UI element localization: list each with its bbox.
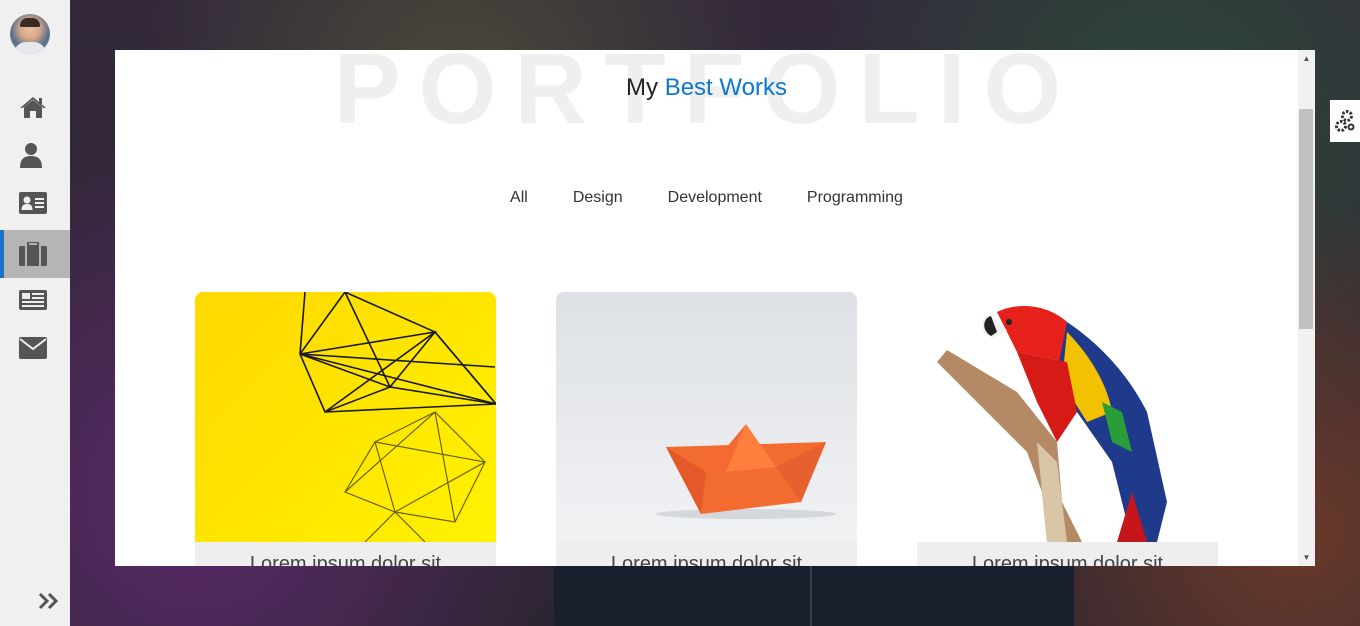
gears-icon <box>1335 110 1355 132</box>
scrollbar-thumb[interactable] <box>1299 109 1313 329</box>
nav-home[interactable] <box>0 83 70 131</box>
briefcase-icon <box>19 242 47 266</box>
title-prefix: My <box>626 74 659 101</box>
sidebar <box>0 0 70 626</box>
nav-resume[interactable] <box>0 179 70 227</box>
nav-portfolio[interactable] <box>0 230 70 278</box>
card-caption: Lorem ipsum dolor sit <box>195 542 496 566</box>
scroll-up-arrow-icon[interactable]: ▲ <box>1298 50 1315 67</box>
nav-about[interactable] <box>0 131 70 179</box>
avatar[interactable] <box>10 14 50 54</box>
card-image-macaw-parrot <box>917 292 1218 542</box>
double-chevron-right-icon <box>38 592 59 610</box>
portfolio-modal: PORTFOLIO My Best Works All Design Devel… <box>115 50 1315 566</box>
nav-contact[interactable] <box>0 324 70 372</box>
portfolio-card[interactable]: Lorem ipsum dolor sit <box>195 292 496 566</box>
portfolio-card[interactable]: Lorem ipsum dolor sit <box>556 292 857 566</box>
title-accent: Best Works <box>664 74 787 101</box>
card-caption: Lorem ipsum dolor sit <box>917 542 1218 566</box>
envelope-icon <box>19 337 47 359</box>
sidebar-expand-button[interactable] <box>38 592 60 615</box>
card-image-wire-geometry <box>195 292 496 542</box>
home-icon <box>20 97 46 118</box>
user-icon <box>20 143 42 168</box>
scroll-down-arrow-icon[interactable]: ▼ <box>1298 549 1315 566</box>
background-person-jacket <box>554 560 1074 626</box>
filter-programming[interactable]: Programming <box>807 189 903 207</box>
settings-toggle-button[interactable] <box>1330 100 1360 142</box>
nav-blog[interactable] <box>0 276 70 324</box>
card-image-paper-boat <box>556 292 857 542</box>
filter-development[interactable]: Development <box>668 189 762 207</box>
card-caption: Lorem ipsum dolor sit <box>556 542 857 566</box>
background-zipper <box>810 560 812 626</box>
filter-design[interactable]: Design <box>573 189 623 207</box>
portfolio-filters: All Design Development Programming <box>115 189 1298 207</box>
modal-scrollbar[interactable]: ▲ ▼ <box>1298 50 1315 566</box>
filter-all[interactable]: All <box>510 189 528 207</box>
portfolio-card[interactable]: Lorem ipsum dolor sit <box>917 292 1218 566</box>
id-card-icon <box>19 192 47 214</box>
newspaper-icon <box>19 290 47 310</box>
section-title: My Best Works <box>115 74 1298 102</box>
